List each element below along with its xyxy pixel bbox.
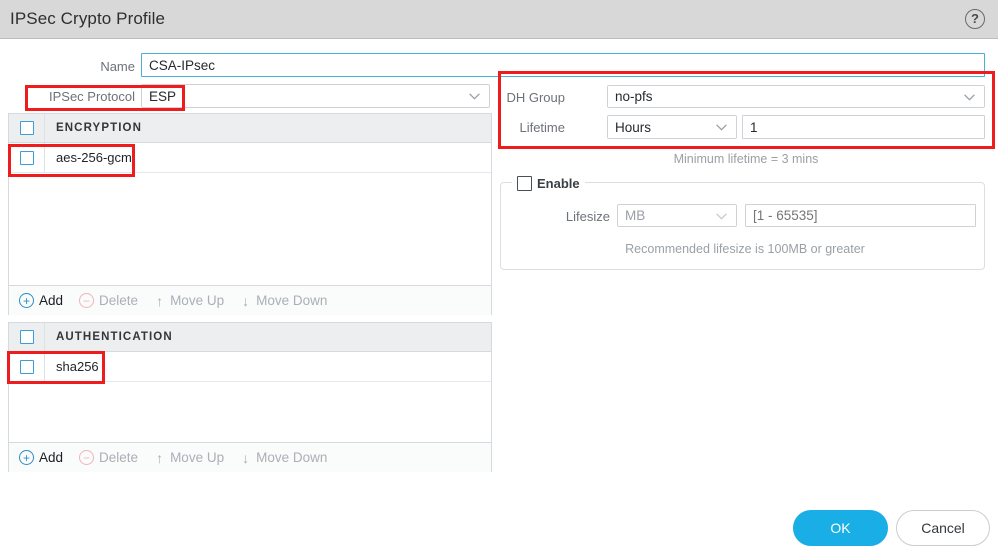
encryption-row-checkbox[interactable] <box>19 150 34 165</box>
encryption-column-header: ENCRYPTION <box>56 122 142 134</box>
authentication-list: AUTHENTICATION sha256 + Add − Delete ↑ M… <box>8 322 492 472</box>
authentication-move-down-label: Move Down <box>256 450 328 465</box>
encryption-delete-button[interactable]: − Delete <box>79 293 138 308</box>
encryption-list-body: aes-256-gcm <box>9 143 491 285</box>
lifesize-hint: Recommended lifesize is 100MB or greater <box>625 242 865 256</box>
encryption-move-down-button[interactable]: ↓ Move Down <box>240 293 327 309</box>
ipsec-protocol-label: IPSec Protocol <box>49 89 135 104</box>
encryption-delete-label: Delete <box>99 293 139 308</box>
arrow-up-icon: ↑ <box>156 292 164 309</box>
minus-circle-icon: − <box>79 450 95 465</box>
minus-circle-icon: − <box>79 293 95 308</box>
chevron-down-icon <box>964 93 975 101</box>
encryption-select-all-cell[interactable] <box>9 114 45 142</box>
arrow-down-icon: ↓ <box>242 449 250 466</box>
encryption-move-up-label: Move Up <box>170 293 225 308</box>
table-row[interactable]: aes-256-gcm <box>9 143 491 173</box>
dh-group-value: no-pfs <box>615 89 653 104</box>
authentication-row-checkbox[interactable] <box>19 359 34 374</box>
authentication-move-up-label: Move Up <box>170 450 225 465</box>
arrow-up-icon: ↑ <box>156 449 164 466</box>
authentication-list-body: sha256 <box>9 352 491 442</box>
lifesize-enable-legend[interactable]: Enable <box>512 174 585 192</box>
encryption-move-down-label: Move Down <box>256 293 328 308</box>
authentication-row-label: sha256 <box>56 359 99 374</box>
encryption-select-all-checkbox[interactable] <box>19 121 34 135</box>
authentication-delete-button[interactable]: − Delete <box>79 450 138 465</box>
lifesize-unit-select[interactable]: MB <box>617 204 737 227</box>
encryption-add-button[interactable]: + Add <box>19 293 63 308</box>
dialog-titlebar: IPSec Crypto Profile ? <box>0 0 998 39</box>
cancel-button[interactable]: Cancel <box>896 510 990 546</box>
plus-circle-icon: + <box>19 293 34 308</box>
encryption-move-up-button[interactable]: ↑ Move Up <box>154 293 224 309</box>
authentication-move-up-button[interactable]: ↑ Move Up <box>154 450 224 466</box>
encryption-toolbar: + Add − Delete ↑ Move Up ↓ Move Down <box>9 285 491 315</box>
encryption-list-header: ENCRYPTION <box>9 114 491 143</box>
help-icon[interactable]: ? <box>965 9 985 29</box>
name-input[interactable] <box>141 53 985 77</box>
lifesize-label: Lifesize <box>565 209 610 224</box>
lifesize-unit-value: MB <box>625 208 646 223</box>
ipsec-protocol-value: ESP <box>149 88 177 104</box>
authentication-delete-label: Delete <box>99 450 139 465</box>
dh-group-select[interactable]: no-pfs <box>607 85 985 108</box>
encryption-add-label: Add <box>39 293 64 308</box>
authentication-select-all-cell[interactable] <box>9 323 45 351</box>
encryption-row-checkbox-cell[interactable] <box>9 143 45 172</box>
authentication-row-checkbox-cell[interactable] <box>9 352 45 381</box>
lifetime-hint: Minimum lifetime = 3 mins <box>673 152 819 166</box>
authentication-list-header: AUTHENTICATION <box>9 323 491 352</box>
authentication-column-header: AUTHENTICATION <box>56 331 173 343</box>
encryption-row-label: aes-256-gcm <box>56 150 132 165</box>
lifetime-label: Lifetime <box>519 120 565 135</box>
name-label: Name <box>100 59 135 74</box>
lifesize-value-input[interactable] <box>745 204 976 227</box>
authentication-toolbar: + Add − Delete ↑ Move Up ↓ Move Down <box>9 442 491 472</box>
ipsec-protocol-select[interactable]: ESP <box>141 84 490 108</box>
lifetime-unit-select[interactable]: Hours <box>607 115 737 139</box>
chevron-down-icon <box>716 212 727 220</box>
authentication-add-button[interactable]: + Add <box>19 450 63 465</box>
page-title: IPSec Crypto Profile <box>10 9 166 28</box>
ok-button-label: OK <box>830 520 851 536</box>
lifetime-value-input[interactable] <box>742 115 985 139</box>
cancel-button-label: Cancel <box>921 520 965 536</box>
lifesize-enable-label: Enable <box>537 175 580 191</box>
lifesize-enable-checkbox[interactable] <box>517 175 532 191</box>
ok-button[interactable]: OK <box>793 510 888 546</box>
arrow-down-icon: ↓ <box>242 292 250 309</box>
authentication-move-down-button[interactable]: ↓ Move Down <box>240 450 327 466</box>
table-row[interactable]: sha256 <box>9 352 491 382</box>
authentication-add-label: Add <box>39 450 64 465</box>
encryption-list: ENCRYPTION aes-256-gcm + Add − Delete ↑ … <box>8 113 492 315</box>
chevron-down-icon <box>716 124 727 131</box>
lifetime-unit-value: Hours <box>615 119 652 135</box>
plus-circle-icon: + <box>19 450 34 465</box>
ipsec-crypto-profile-dialog: IPSec Crypto Profile ? Name IPSec Protoc… <box>0 0 998 558</box>
dh-group-label: DH Group <box>506 90 565 105</box>
authentication-select-all-checkbox[interactable] <box>19 330 34 344</box>
